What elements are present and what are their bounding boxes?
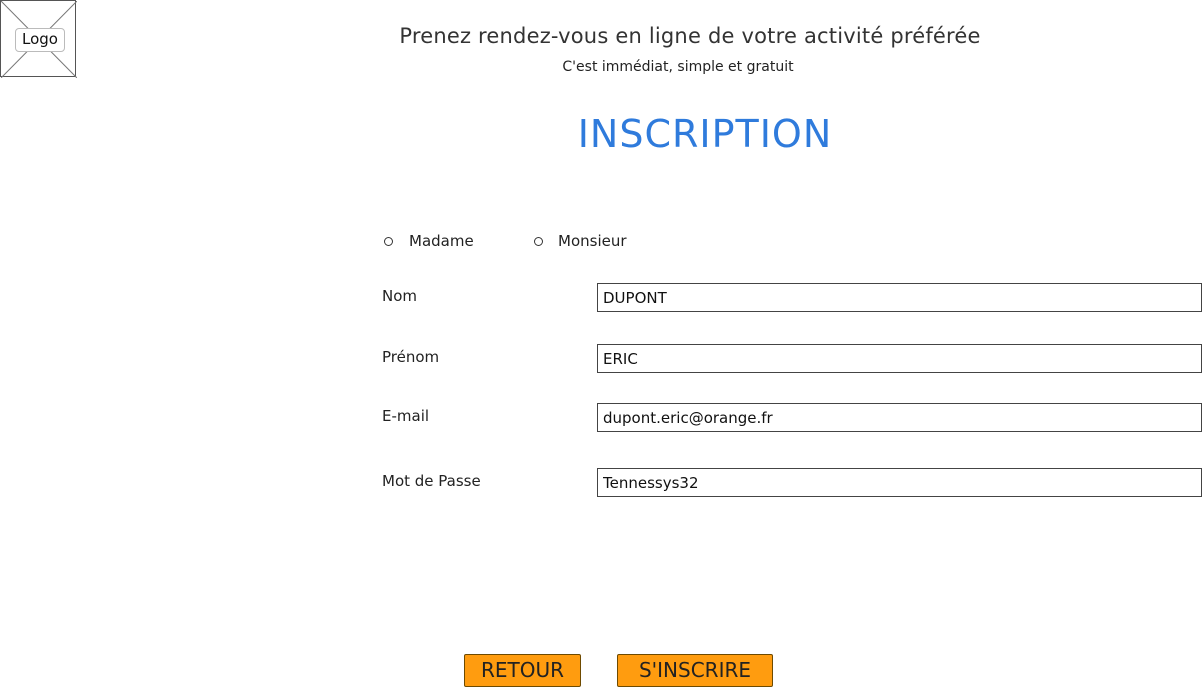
page-tagline: C'est immédiat, simple et gratuit — [562, 59, 794, 75]
register-button[interactable]: S'INSCRIRE — [617, 654, 773, 687]
logo-placeholder: Logo — [0, 0, 77, 78]
registration-page: Logo Prenez rendez-vous en ligne de votr… — [0, 0, 1202, 687]
nom-field[interactable] — [597, 283, 1202, 312]
nom-label: Nom — [382, 287, 418, 305]
logo-label: Logo — [15, 28, 65, 52]
form-title: INSCRIPTION — [577, 112, 833, 156]
email-label: E-mail — [382, 407, 430, 425]
password-field[interactable] — [597, 468, 1202, 497]
radio-circle[interactable] — [534, 236, 543, 246]
radio-monsieur[interactable]: Monsieur — [534, 232, 627, 250]
password-label: Mot de Passe — [382, 472, 481, 490]
email-field[interactable] — [597, 403, 1202, 432]
radio-label-monsieur: Monsieur — [558, 232, 627, 250]
prenom-label: Prénom — [382, 348, 440, 366]
radio-circle[interactable] — [384, 236, 393, 246]
back-button[interactable]: RETOUR — [464, 654, 581, 687]
radio-label-madame: Madame — [409, 232, 474, 250]
radio-madame[interactable]: Madame — [384, 232, 474, 250]
prenom-field[interactable] — [597, 344, 1202, 373]
page-headline: Prenez rendez-vous en ligne de votre act… — [399, 24, 981, 48]
